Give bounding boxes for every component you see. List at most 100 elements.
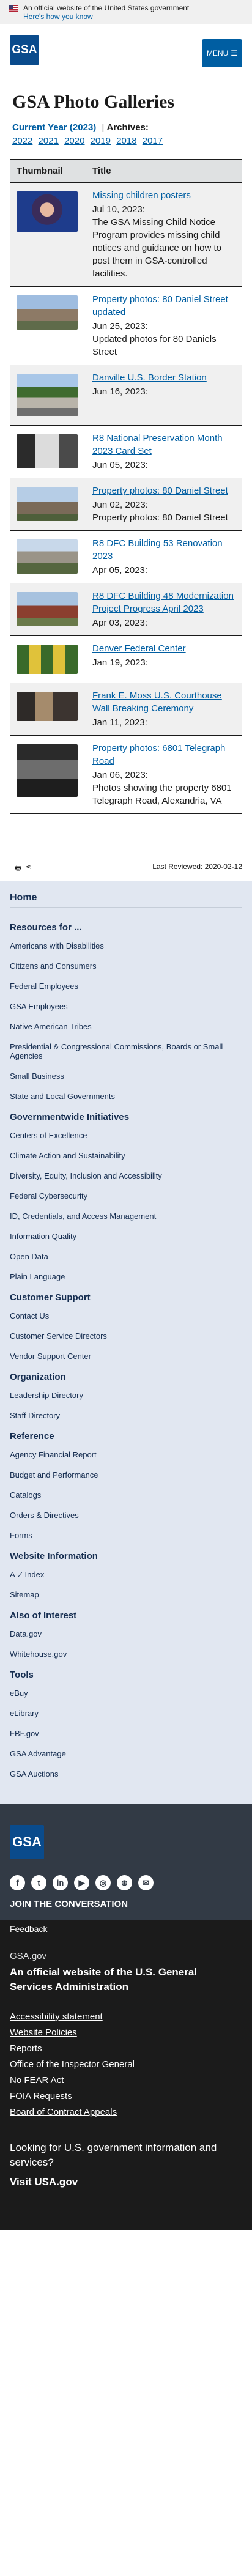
gallery-title-link[interactable]: R8 DFC Building 48 Modernization Project… [92,590,235,615]
print-icon[interactable]: 🖶 [15,862,21,875]
gallery-thumbnail[interactable] [17,374,78,416]
menu-label: MENU [206,49,229,57]
footer-link[interactable]: Open Data [10,1252,242,1261]
table-row: R8 DFC Building 48 Modernization Project… [10,583,242,636]
gallery-title-link[interactable]: Frank E. Moss U.S. Courthouse Wall Break… [92,689,235,715]
footer-link[interactable]: Sitemap [10,1590,242,1599]
gallery-title-link[interactable]: Missing children posters [92,189,235,202]
archive-year-link[interactable]: 2022 [12,136,32,146]
footer-link[interactable]: Contact Us [10,1311,242,1320]
footer-link[interactable]: Plain Language [10,1272,242,1281]
footer-link[interactable]: Orders & Directives [10,1511,242,1520]
footer-link[interactable]: ID, Credentials, and Access Management [10,1212,242,1221]
banner-howto-link[interactable]: Here's how you know [9,12,243,21]
table-row: Property photos: 80 Daniel Street Jun 02,… [10,478,242,531]
footer-section-heading: Resources for ... [10,922,82,933]
footer-link[interactable]: Federal Cybersecurity [10,1191,242,1201]
gallery-date: Jan 06, 2023: [92,770,148,780]
gallery-title-link[interactable]: Danville U.S. Border Station [92,371,235,384]
gallery-title-link[interactable]: R8 National Preservation Month 2023 Card… [92,432,235,457]
footer-link[interactable]: GSA Auctions [10,1769,242,1778]
banner-official-text: An official website of the United States… [23,4,190,12]
footer-link[interactable]: Small Business [10,1071,242,1081]
identifier-link[interactable]: No FEAR Act [10,2075,242,2086]
gallery-thumbnail[interactable] [17,744,78,797]
footer-link[interactable]: Diversity, Equity, Inclusion and Accessi… [10,1171,242,1180]
archive-year-link[interactable]: 2019 [91,136,111,146]
gallery-date: Apr 05, 2023: [92,565,148,576]
identifier-link[interactable]: Board of Contract Appeals [10,2107,242,2117]
footer-link[interactable]: State and Local Governments [10,1092,242,1101]
linkedin-icon[interactable]: in [53,1875,68,1890]
footer-home-link[interactable]: Home [10,889,242,908]
identifier-link[interactable]: Accessibility statement [10,2012,242,2022]
footer-link[interactable]: GSA Employees [10,1002,242,1011]
footer-link[interactable]: GSA Advantage [10,1749,242,1758]
social-links: f t in ▶ ◎ ⊛ ✉ [10,1875,242,1890]
identifier-link[interactable]: Website Policies [10,2027,242,2038]
archive-year-link[interactable]: 2017 [143,136,163,146]
identifier-domain: GSA.gov [10,1951,47,1961]
footer-link[interactable]: eBuy [10,1689,242,1698]
footer-sitemap: Home Resources for ... Americans with Di… [0,881,252,1804]
gsa-logo[interactable]: GSA [10,35,39,65]
table-row: R8 DFC Building 53 Renovation 2023 Apr 05… [10,530,242,583]
footer-link[interactable]: Forms [10,1531,242,1540]
archive-year-link[interactable]: 2020 [64,136,84,146]
footer-link[interactable]: Climate Action and Sustainability [10,1151,242,1160]
footer-link[interactable]: Federal Employees [10,982,242,991]
identifier-link[interactable]: FOIA Requests [10,2091,242,2101]
share-icon[interactable]: ⋖ [25,862,31,875]
footer-link[interactable]: Vendor Support Center [10,1352,242,1361]
footer-link[interactable]: eLibrary [10,1709,242,1718]
join-conversation-heading: JOIN THE CONVERSATION [10,1899,128,1909]
twitter-icon[interactable]: t [31,1875,46,1890]
youtube-icon[interactable]: ▶ [74,1875,89,1890]
footer-link[interactable]: Staff Directory [10,1411,242,1420]
footer-link[interactable]: FBF.gov [10,1729,242,1738]
rss-icon[interactable]: ⊛ [117,1875,132,1890]
gallery-date: Jun 05, 2023: [92,460,148,470]
instagram-icon[interactable]: ◎ [95,1875,111,1890]
gallery-title-link[interactable]: Property photos: 6801 Telegraph Road [92,742,235,768]
gallery-thumbnail[interactable] [17,692,78,721]
usa-gov-link[interactable]: Visit USA.gov [10,2176,242,2188]
gallery-title-link[interactable]: Property photos: 80 Daniel Street [92,484,235,497]
gallery-thumbnail[interactable] [17,645,78,674]
footer-link[interactable]: Citizens and Consumers [10,961,242,971]
email-icon[interactable]: ✉ [138,1875,154,1890]
footer-link[interactable]: Whitehouse.gov [10,1649,242,1659]
identifier-link[interactable]: Reports [10,2043,242,2054]
footer-link[interactable]: Presidential & Congressional Commissions… [10,1042,242,1060]
footer-link[interactable]: Budget and Performance [10,1470,242,1479]
footer-link[interactable]: Information Quality [10,1232,242,1241]
last-reviewed-date: Last Reviewed: 2020-02-12 [152,862,242,871]
archive-year-link[interactable]: 2018 [116,136,136,146]
gallery-thumbnail[interactable] [17,487,78,521]
footer-link[interactable]: Customer Service Directors [10,1331,242,1341]
gallery-thumbnail[interactable] [17,539,78,574]
gallery-title-link[interactable]: Denver Federal Center [92,642,235,655]
footer-link[interactable]: Leadership Directory [10,1391,242,1400]
footer-link[interactable]: Americans with Disabilities [10,941,242,950]
archive-year-link[interactable]: 2021 [39,136,59,146]
gallery-thumbnail[interactable] [17,191,78,232]
footer-link[interactable]: Catalogs [10,1490,242,1500]
gallery-thumbnail[interactable] [17,592,78,626]
facebook-icon[interactable]: f [10,1875,25,1890]
gallery-thumbnail[interactable] [17,434,78,468]
footer-link[interactable]: Data.gov [10,1629,242,1638]
footer-link[interactable]: Centers of Excellence [10,1131,242,1140]
last-reviewed-bar: 🖶 ⋖ Last Reviewed: 2020-02-12 [10,857,242,876]
gallery-thumbnail[interactable] [17,295,78,330]
gallery-title-link[interactable]: R8 DFC Building 53 Renovation 2023 [92,537,235,563]
gsa-footer-logo[interactable]: GSA [10,1825,44,1859]
identifier-link[interactable]: Office of the Inspector General [10,2059,242,2070]
current-year-link[interactable]: Current Year (2023) [12,122,96,133]
gallery-title-link[interactable]: Property photos: 80 Daniel Street update… [92,293,235,319]
footer-link[interactable]: A-Z Index [10,1570,242,1579]
menu-button[interactable]: MENU ☰ [202,39,242,67]
gallery-description: Photos showing the property 6801 Telegra… [92,783,232,806]
footer-link[interactable]: Agency Financial Report [10,1450,242,1459]
footer-link[interactable]: Native American Tribes [10,1022,242,1031]
